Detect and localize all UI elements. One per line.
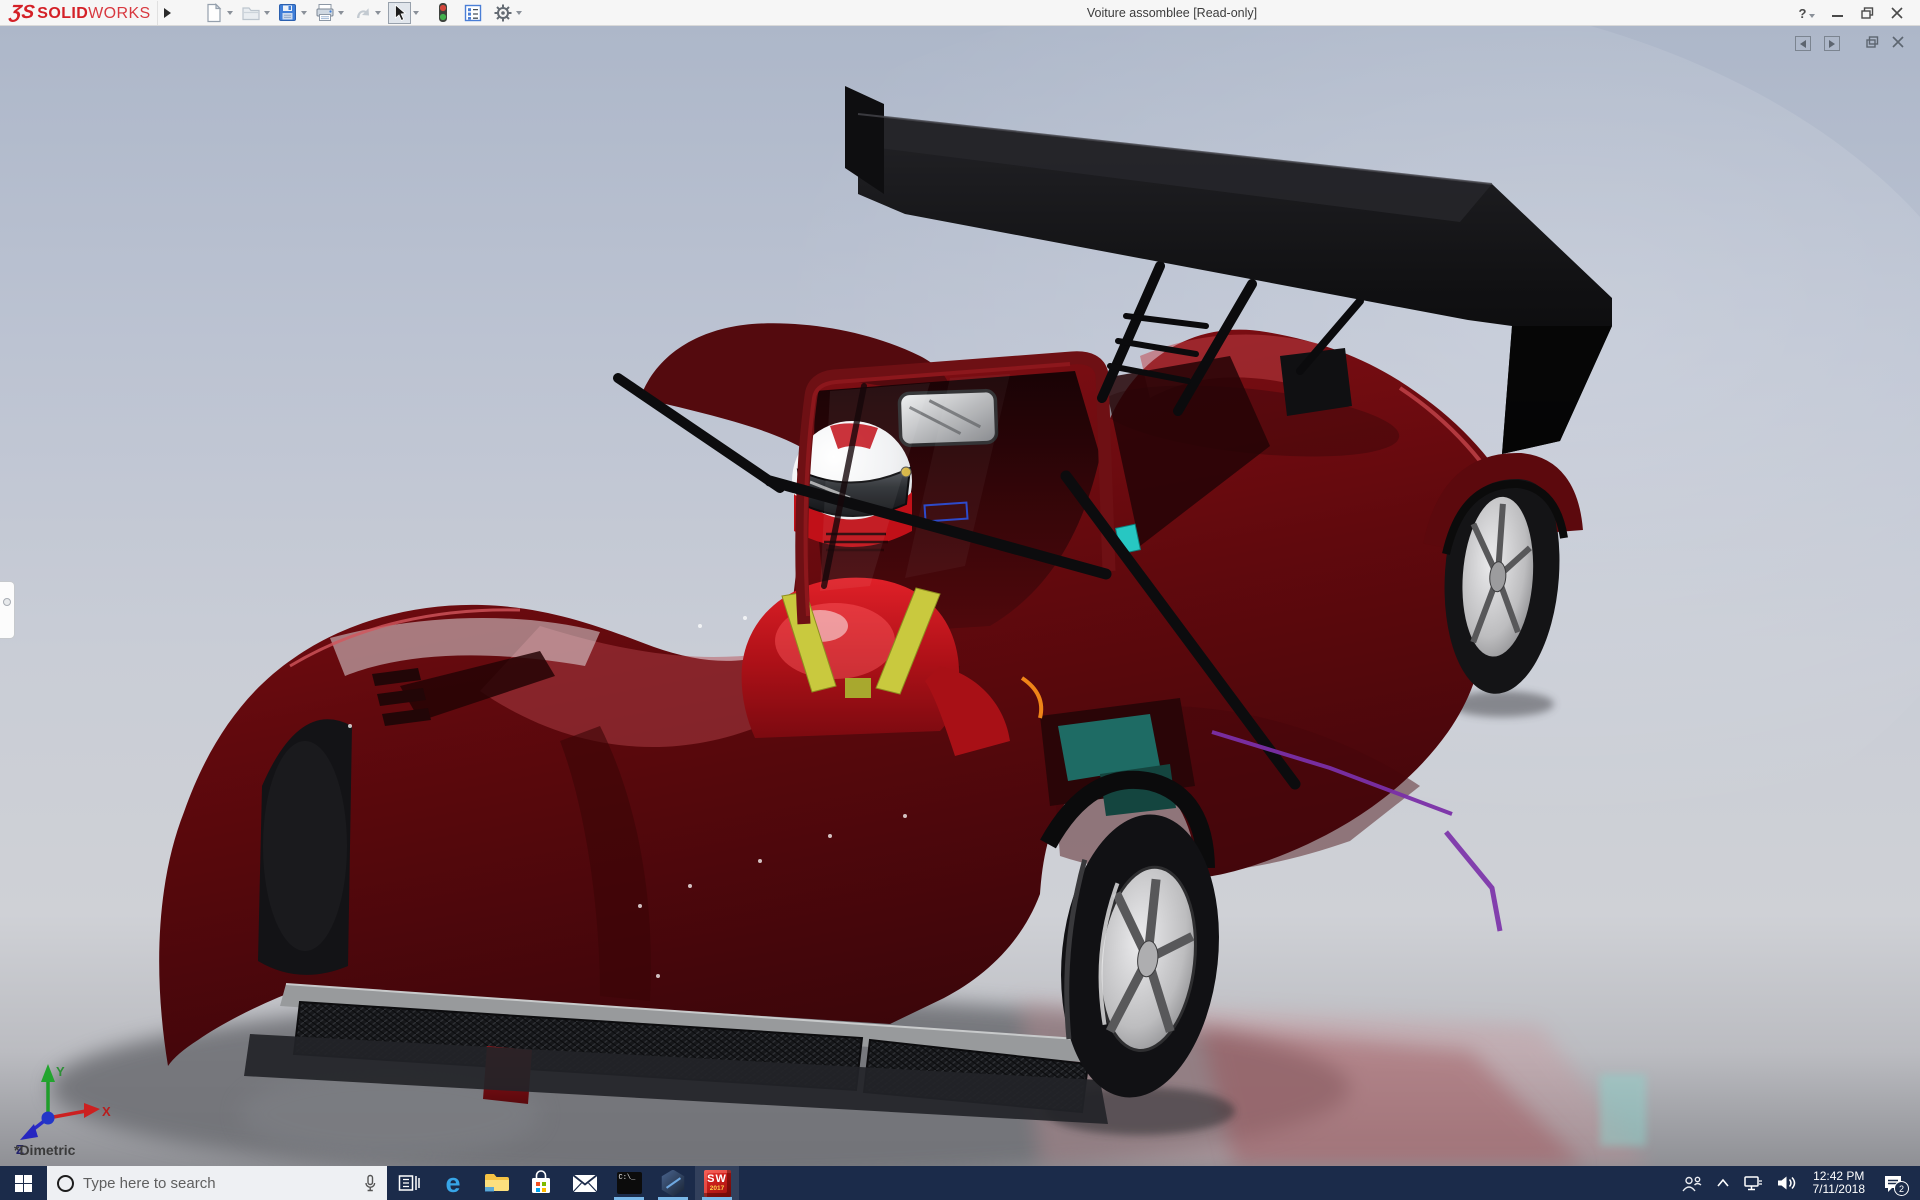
new-document-button[interactable] (203, 1, 225, 25)
restore-icon (1861, 7, 1874, 19)
search-input[interactable] (83, 1175, 354, 1192)
tray-date: 7/11/2018 (1813, 1183, 1866, 1197)
solidworks-window: ƷS SOLIDWORKS (0, 0, 1920, 1200)
taskbar-app-solidworks[interactable]: SW 2017 (695, 1166, 739, 1200)
toolbar-expand-arrow[interactable] (157, 1, 177, 25)
3d-scene[interactable] (0, 26, 1920, 1166)
panel-tab-dot-icon (3, 598, 11, 606)
people-icon (1681, 1175, 1703, 1192)
taskbar-app-hexagon[interactable] (651, 1166, 695, 1200)
titlebar: ƷS SOLIDWORKS (0, 0, 1920, 26)
hexagon-app-icon (661, 1170, 686, 1197)
restore-button[interactable] (1852, 0, 1882, 26)
task-view-icon (397, 1173, 421, 1193)
options-dropdown-caret[interactable] (516, 11, 522, 15)
taskbar-app-mail[interactable] (563, 1166, 607, 1200)
undo-button[interactable] (351, 1, 373, 25)
options-button[interactable] (492, 1, 514, 25)
close-icon (1891, 7, 1903, 19)
quick-toolbar (203, 0, 529, 26)
print-dropdown-caret[interactable] (338, 11, 344, 15)
play-arrow-icon (164, 8, 171, 18)
solidworks-app-icon: SW 2017 (704, 1170, 731, 1197)
tray-overflow-chevron[interactable] (1716, 1178, 1730, 1188)
open-dropdown-caret[interactable] (264, 11, 270, 15)
minimize-icon (1832, 15, 1843, 17)
tray-time: 12:42 PM (1813, 1170, 1864, 1184)
rebuild-traffic-light-icon (434, 2, 452, 23)
network-icon (1743, 1175, 1763, 1192)
window-controls: ? (1792, 0, 1912, 26)
new-dropdown-caret[interactable] (227, 11, 233, 15)
solidworks-logo-mark: ƷS (8, 2, 35, 24)
command-prompt-icon: C:\_ (617, 1172, 642, 1194)
save-floppy-icon (278, 3, 297, 22)
help-button[interactable]: ? (1792, 0, 1822, 26)
solidworks-logo: ƷS SOLIDWORKS (10, 2, 151, 24)
left-arrow-icon (1800, 40, 1806, 48)
speaker-icon (1776, 1175, 1796, 1191)
microphone-icon[interactable] (363, 1174, 377, 1192)
harness-buckle (845, 678, 871, 698)
print-button[interactable] (314, 1, 336, 25)
cortana-icon (57, 1175, 74, 1192)
chevron-up-icon (1716, 1178, 1730, 1188)
store-icon (529, 1170, 553, 1196)
volume-button[interactable] (1776, 1175, 1796, 1191)
notification-badge: 2 (1894, 1181, 1909, 1196)
taskbar-app-edge[interactable]: e (431, 1166, 475, 1200)
doc-close-icon (1892, 36, 1904, 48)
people-button[interactable] (1681, 1175, 1703, 1192)
view-orientation-label: *Dimetric (14, 1142, 75, 1158)
select-cursor-icon (392, 4, 407, 22)
file-properties-button[interactable] (462, 1, 484, 25)
taskbar-app-file-explorer[interactable] (475, 1166, 519, 1200)
undo-arrow-icon (352, 4, 372, 22)
open-button[interactable] (240, 1, 262, 25)
edge-icon: e (445, 1170, 460, 1197)
print-icon (315, 3, 335, 22)
doc-previous-button[interactable] (1795, 36, 1811, 51)
new-document-icon (205, 3, 223, 23)
taskbar-clock[interactable]: 12:42 PM 7/11/2018 (1809, 1170, 1870, 1197)
document-window-controls (1795, 36, 1904, 51)
doc-restore-icon (1866, 36, 1879, 48)
system-tray: 12:42 PM 7/11/2018 2 (1681, 1166, 1920, 1200)
minimize-button[interactable] (1822, 0, 1852, 26)
file-explorer-icon (484, 1172, 510, 1194)
windows-logo-icon (15, 1175, 32, 1192)
doc-restore-button[interactable] (1866, 36, 1879, 51)
action-center-button[interactable]: 2 (1882, 1173, 1904, 1193)
select-button[interactable] (388, 2, 411, 24)
properties-list-icon (463, 3, 483, 23)
select-dropdown-caret[interactable] (413, 11, 419, 15)
close-button[interactable] (1882, 0, 1912, 26)
start-button[interactable] (0, 1166, 47, 1200)
triad-y-label: Y (56, 1064, 65, 1079)
open-folder-icon (241, 4, 261, 22)
graphics-area[interactable]: Y X Z *Dimetric (0, 26, 1920, 1166)
taskbar-app-command-prompt[interactable]: C:\_ (607, 1166, 651, 1200)
front-left-tire[interactable] (263, 741, 347, 951)
task-view-button[interactable] (387, 1166, 431, 1200)
save-button[interactable] (277, 1, 299, 25)
gear-icon (493, 3, 513, 23)
taskbar-search[interactable] (47, 1166, 387, 1200)
triad-x-label: X (102, 1104, 111, 1119)
taskbar-app-store[interactable] (519, 1166, 563, 1200)
doc-next-button[interactable] (1824, 36, 1840, 51)
save-dropdown-caret[interactable] (301, 11, 307, 15)
help-dropdown-caret (1809, 14, 1815, 18)
network-button[interactable] (1743, 1175, 1763, 1192)
panel-collapse-tab[interactable] (0, 581, 15, 639)
rebuild-button[interactable] (432, 1, 454, 25)
window-title: Voiture assomblee [Read-only] (1087, 6, 1257, 20)
doc-close-button[interactable] (1892, 36, 1904, 51)
undo-dropdown-caret[interactable] (375, 11, 381, 15)
right-arrow-icon (1829, 40, 1835, 48)
mail-icon (572, 1174, 598, 1193)
taskbar: e C:\_ SW 2017 (0, 1166, 1920, 1200)
